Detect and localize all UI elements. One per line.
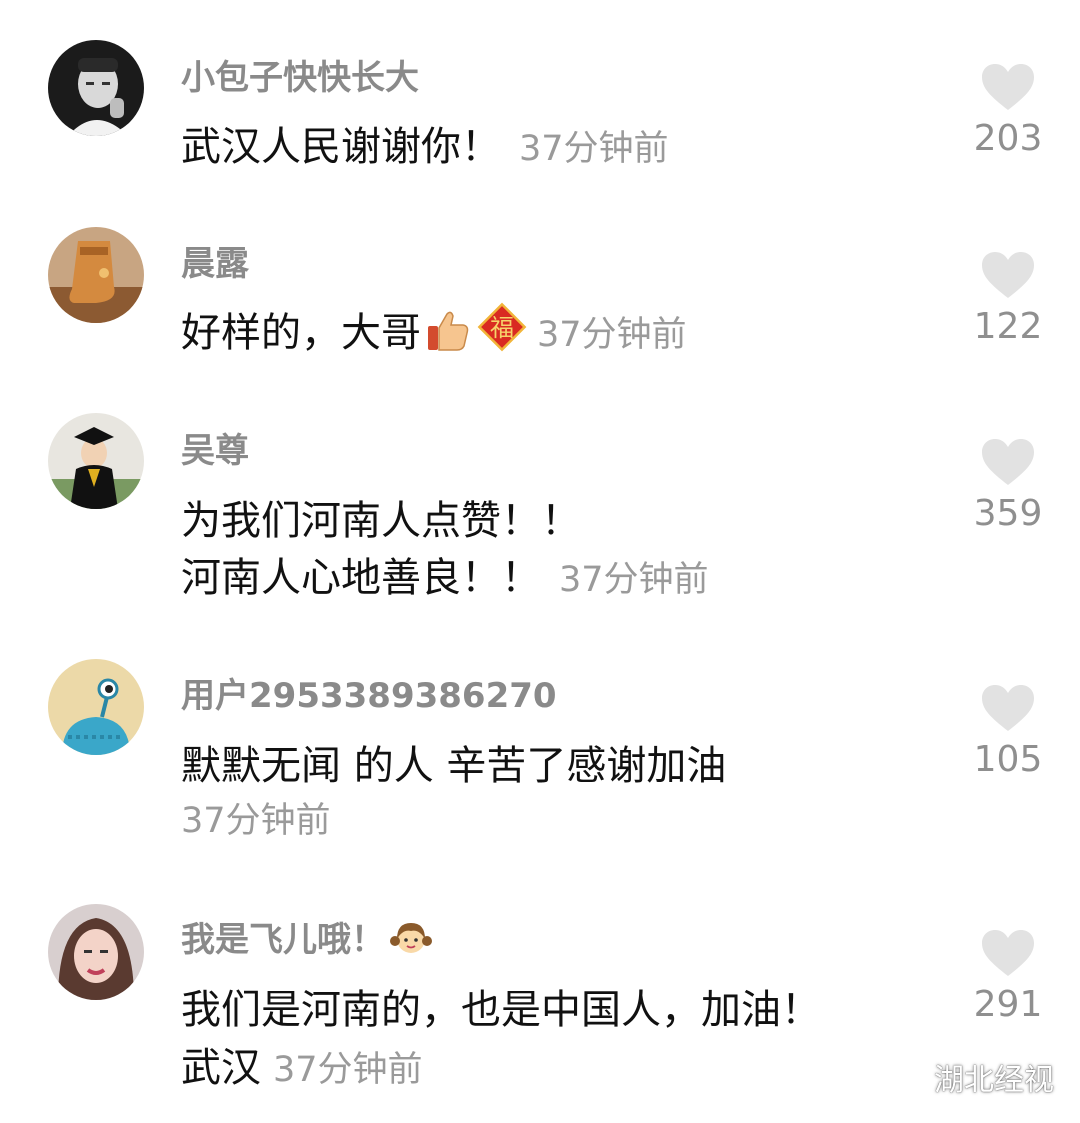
avatar[interactable] <box>48 413 144 509</box>
comment-text-line: 武汉人民谢谢你！ <box>181 124 501 170</box>
comment-time: 37分钟前 <box>519 129 669 169</box>
heart-icon <box>982 930 1034 976</box>
comment-text: 河南人心地善良！！ 37分钟前 <box>181 545 709 603</box>
comment-text: 37分钟前 <box>181 792 331 843</box>
comment-text: 为我们河南人点赞！！ <box>181 488 581 546</box>
like-button[interactable]: 291 <box>972 928 1044 1025</box>
girl-emoji <box>390 923 432 953</box>
avatar[interactable] <box>48 659 144 755</box>
comment-username[interactable]: 我是飞儿哦！ <box>181 912 433 961</box>
comment-text: 好样的，大哥 福 37分钟前 <box>181 300 687 358</box>
like-count: 359 <box>973 493 1043 534</box>
comment-text: 默默无闻 的人 辛苦了感谢加油 <box>181 733 726 791</box>
heart-icon <box>982 439 1034 485</box>
like-button[interactable]: 105 <box>972 683 1044 780</box>
heart-icon <box>982 685 1034 731</box>
like-button[interactable]: 203 <box>972 62 1044 159</box>
like-count: 203 <box>973 118 1043 159</box>
comment-text: 我们是河南的，也是中国人，加油！ <box>181 977 821 1035</box>
wechat-icon <box>892 1067 928 1095</box>
comment-text-line: 默默无闻 的人 辛苦了感谢加油 <box>181 743 727 789</box>
comment-text-line: 我们是河南的，也是中国人，加油！ <box>181 987 821 1033</box>
thumbs-up-emoji <box>428 311 469 351</box>
comment-username[interactable]: 晨露 <box>181 236 249 285</box>
avatar[interactable] <box>48 227 144 323</box>
like-count: 122 <box>973 306 1043 347</box>
like-count: 105 <box>973 739 1043 780</box>
fu-emoji: 福 <box>477 302 527 352</box>
comment-time: 37分钟前 <box>273 1050 423 1090</box>
comment-time: 37分钟前 <box>537 315 687 355</box>
comment-username[interactable]: 吴尊 <box>181 423 249 472</box>
fu-emoji-text: 福 <box>490 314 514 342</box>
like-count: 291 <box>973 984 1043 1025</box>
like-button[interactable]: 359 <box>972 437 1044 534</box>
watermark-text: 湖北经视 <box>934 1063 1054 1098</box>
heart-icon <box>982 64 1034 110</box>
comment-time: 37分钟前 <box>181 801 331 841</box>
like-button[interactable]: 122 <box>972 250 1044 347</box>
comment-text-line: 好样的，大哥 <box>181 310 421 356</box>
comment-text-line: 为我们河南人点赞！！ <box>181 498 581 544</box>
comment-text: 武汉 37分钟前 <box>181 1035 423 1093</box>
comment-text-line: 河南人心地善良！！ <box>181 555 541 601</box>
avatar[interactable] <box>48 904 144 1000</box>
comment-username[interactable]: 小包子快快长大 <box>181 50 419 99</box>
comment-text: 武汉人民谢谢你！ 37分钟前 <box>181 114 669 172</box>
heart-icon <box>982 252 1034 298</box>
watermark: 湖北经视 <box>892 1055 1054 1099</box>
comment-text-line: 武汉 <box>181 1045 261 1091</box>
comment-time: 37分钟前 <box>559 560 709 600</box>
avatar[interactable] <box>48 40 144 136</box>
comment-username-text: 我是飞儿哦！ <box>181 920 385 960</box>
comment-username[interactable]: 用户2953389386270 <box>181 668 557 717</box>
